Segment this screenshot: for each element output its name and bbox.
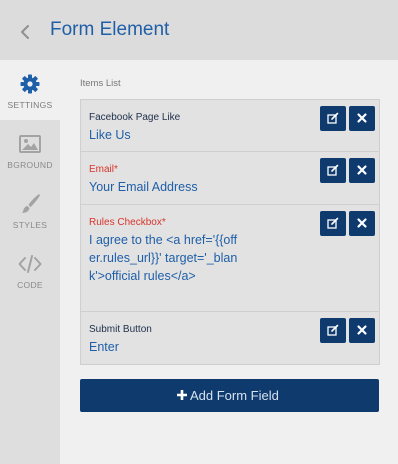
field-value: I agree to the <a href='{{offer.rules_ur… — [89, 233, 238, 283]
field-value: Enter — [89, 340, 119, 354]
top-header: Form Element — [0, 0, 398, 60]
sidebar-item-label: STYLES — [12, 220, 48, 230]
sidebar-item-label: SETTINGS — [7, 100, 53, 110]
edit-icon — [327, 217, 339, 229]
edit-button[interactable] — [320, 318, 346, 343]
edit-button[interactable] — [320, 106, 346, 131]
close-icon — [357, 325, 367, 335]
back-button[interactable] — [16, 20, 36, 44]
sidebar-item-code[interactable]: CODE — [0, 240, 60, 300]
delete-button[interactable] — [349, 318, 375, 343]
delete-button[interactable] — [349, 106, 375, 131]
list-item: Email* Your Email Address — [80, 152, 380, 205]
list-item: Rules Checkbox* I agree to the <a href='… — [80, 205, 380, 312]
field-label: Rules Checkbox* — [89, 217, 166, 228]
brush-icon — [18, 192, 42, 216]
items-list-heading: Items List — [80, 78, 121, 89]
edit-icon — [327, 324, 339, 336]
close-icon — [357, 165, 367, 175]
close-icon — [357, 113, 367, 123]
add-form-field-button[interactable]: Add Form Field — [80, 379, 379, 412]
field-value: Your Email Address — [89, 180, 198, 194]
required-marker: * — [161, 217, 166, 228]
close-icon — [357, 218, 367, 228]
gear-icon — [18, 72, 42, 96]
edit-icon — [327, 164, 339, 176]
sidebar: SETTINGS BGROUND STYLES CODE — [0, 60, 60, 464]
sidebar-item-styles[interactable]: STYLES — [0, 180, 60, 240]
chevron-left-icon — [21, 25, 29, 39]
list-item: Submit Button Enter — [80, 312, 380, 365]
sidebar-item-settings[interactable]: SETTINGS — [0, 60, 60, 120]
image-icon — [18, 132, 42, 156]
sidebar-item-label: CODE — [17, 280, 43, 290]
plus-icon — [176, 389, 188, 401]
list-item: Facebook Page Like Like Us — [80, 99, 380, 152]
required-marker: * — [114, 164, 118, 175]
items-list: Facebook Page Like Like Us Email* Your E… — [80, 99, 380, 365]
field-value: Like Us — [89, 128, 131, 142]
delete-button[interactable] — [349, 158, 375, 183]
sidebar-item-label: BGROUND — [7, 160, 53, 170]
page-title: Form Element — [50, 19, 170, 40]
edit-button[interactable] — [320, 158, 346, 183]
sidebar-item-background[interactable]: BGROUND — [0, 120, 60, 180]
code-icon — [18, 252, 42, 276]
edit-button[interactable] — [320, 211, 346, 236]
field-label: Email* — [89, 164, 118, 175]
add-button-label: Add Form Field — [190, 388, 279, 403]
field-label: Facebook Page Like — [89, 112, 181, 123]
field-label: Submit Button — [89, 324, 152, 335]
edit-icon — [327, 112, 339, 124]
delete-button[interactable] — [349, 211, 375, 236]
